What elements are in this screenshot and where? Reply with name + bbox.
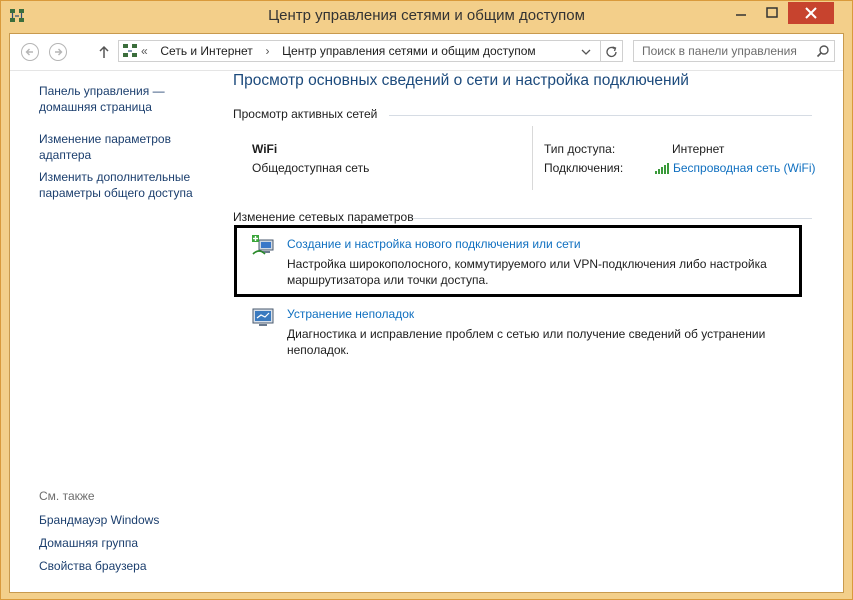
new-connection-icon — [251, 234, 277, 258]
wireless-connection-link[interactable]: Беспроводная сеть (WiFi) — [673, 161, 816, 175]
back-button[interactable] — [20, 42, 40, 62]
forward-button[interactable] — [48, 42, 68, 62]
active-networks-divider — [389, 115, 812, 116]
address-dropdown-button[interactable] — [579, 45, 593, 59]
up-arrow-icon — [99, 45, 109, 58]
search-box — [633, 40, 835, 62]
breadcrumb: « Сеть и Интернет › Центр управления сет… — [141, 44, 536, 58]
refresh-icon — [606, 46, 617, 58]
see-also-internet-options[interactable]: Свойства браузера — [39, 558, 209, 574]
up-button[interactable] — [94, 42, 114, 62]
title-bar[interactable]: Центр управления сетями и общим доступом — [1, 1, 852, 33]
window-title: Центр управления сетями и общим доступом — [268, 7, 585, 24]
page-title: Просмотр основных сведений о сети и наст… — [233, 72, 689, 89]
forward-arrow-icon — [49, 43, 67, 61]
see-also-heading: См. также — [39, 489, 95, 503]
minimize-button[interactable] — [727, 2, 755, 24]
chevron-down-icon — [581, 49, 591, 55]
sidebar-item-control-panel-home[interactable]: Панель управления — домашняя страница — [39, 83, 179, 115]
task-new-connection-link[interactable]: Создание и настройка нового подключения … — [287, 237, 581, 251]
network-type: Общедоступная сеть — [252, 161, 370, 175]
access-type-value: Интернет — [672, 142, 725, 156]
troubleshoot-icon — [251, 306, 277, 330]
close-button[interactable] — [788, 2, 834, 24]
task-new-connection-description: Настройка широкополосного, коммутируемог… — [287, 257, 767, 287]
window-content: « Сеть и Интернет › Центр управления сет… — [9, 33, 844, 593]
network-location-icon — [122, 43, 138, 59]
sidebar-item-change-adapter-settings[interactable]: Изменение параметров адаптера — [39, 131, 189, 163]
wifi-signal-icon — [655, 162, 671, 174]
sidebar-item-advanced-sharing-settings[interactable]: Изменить дополнительные параметры общего… — [39, 169, 209, 201]
maximize-button[interactable] — [758, 2, 786, 24]
back-arrow-icon — [21, 43, 39, 61]
search-button[interactable] — [816, 44, 830, 58]
refresh-button[interactable] — [601, 40, 623, 62]
active-networks-heading: Просмотр активных сетей — [233, 107, 378, 121]
minimize-icon — [736, 14, 746, 16]
task-troubleshoot-link[interactable]: Устранение неполадок — [287, 307, 414, 321]
search-input[interactable] — [634, 41, 818, 61]
network-name: WiFi — [252, 142, 278, 156]
change-settings-divider — [413, 218, 812, 219]
access-type-label: Тип доступа: — [544, 142, 616, 156]
search-icon — [816, 45, 829, 58]
breadcrumb-separator[interactable]: › — [265, 44, 269, 58]
close-icon — [805, 7, 817, 19]
network-info-divider — [532, 126, 533, 190]
connections-label: Подключения: — [544, 161, 624, 175]
task-troubleshoot-description: Диагностика и исправление проблем с сеть… — [287, 327, 766, 357]
see-also-windows-firewall[interactable]: Брандмауэр Windows — [39, 512, 209, 528]
breadcrumb-overflow[interactable]: « — [141, 44, 148, 58]
window: Центр управления сетями и общим доступом — [0, 0, 853, 600]
breadcrumb-network-internet[interactable]: Сеть и Интернет — [160, 44, 252, 58]
navigation-bar: « Сеть и Интернет › Центр управления сет… — [10, 34, 843, 71]
maximize-icon — [766, 7, 778, 18]
address-bar[interactable]: « Сеть и Интернет › Центр управления сет… — [118, 40, 601, 62]
breadcrumb-network-center[interactable]: Центр управления сетями и общим доступом — [282, 44, 536, 58]
change-settings-heading: Изменение сетевых параметров — [233, 210, 414, 224]
see-also-homegroup[interactable]: Домашняя группа — [39, 535, 209, 551]
